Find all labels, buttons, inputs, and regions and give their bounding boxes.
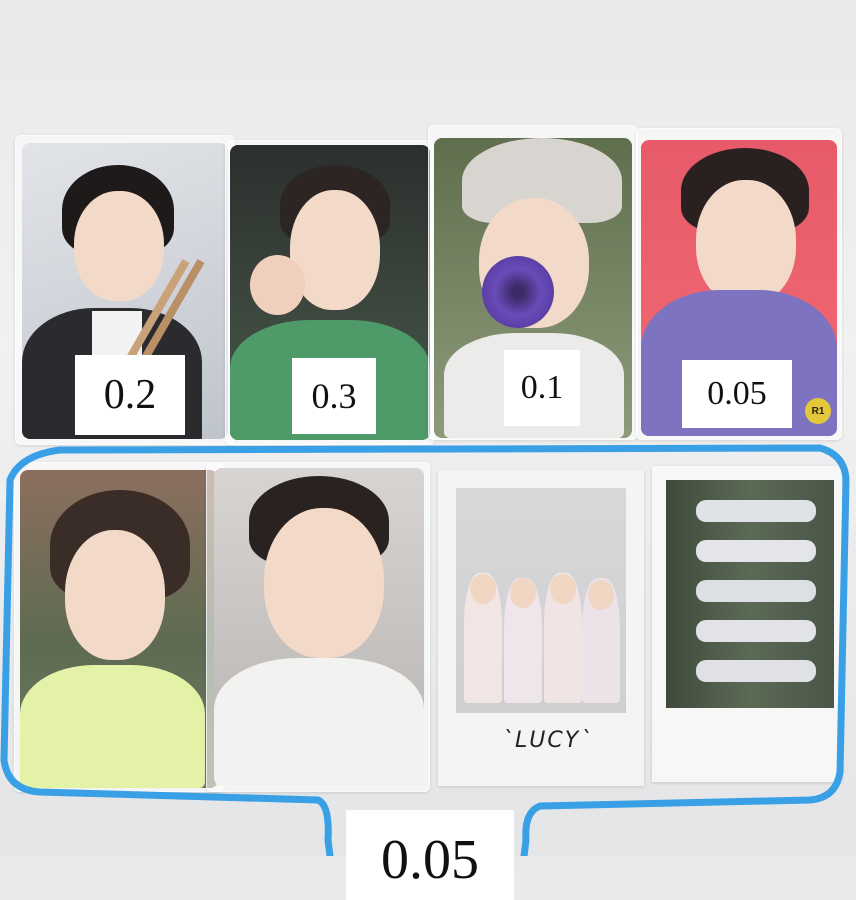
price-label-bottom: 0.05 — [346, 810, 514, 900]
highlight-outline — [0, 444, 850, 856]
